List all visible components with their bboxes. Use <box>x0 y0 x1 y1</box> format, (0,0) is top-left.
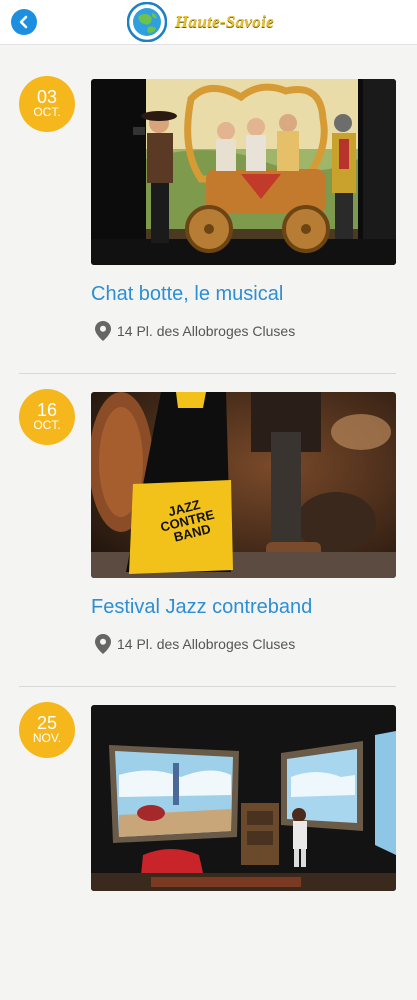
date-day: 03 <box>36 87 58 107</box>
date-badge: 16 OCT. <box>19 389 75 445</box>
event-list: 03 OCT. Chat botte, le musical 14 Pl. de… <box>0 61 417 1000</box>
event-image[interactable] <box>91 79 396 265</box>
location-pin-icon <box>95 634 111 654</box>
date-badge: 25 NOV. <box>19 702 75 758</box>
date-month: OCT. <box>33 418 61 432</box>
date-month: OCT. <box>33 105 61 119</box>
event-image[interactable] <box>91 705 396 891</box>
location-text: 14 Pl. des Allobroges Cluses <box>117 636 296 652</box>
app-logo: Haute-Savoie <box>127 1 274 43</box>
event-title[interactable]: Festival Jazz contreband <box>91 596 312 619</box>
location-pin-icon <box>95 321 111 341</box>
event-location: 14 Pl. des Allobroges Cluses <box>95 321 295 341</box>
date-month: NOV. <box>32 731 62 745</box>
date-badge: 03 OCT. <box>19 76 75 132</box>
event-item[interactable]: 16 OCT. JAZZ CONTRE BAND Festival Jazz c… <box>0 374 417 687</box>
date-day: 25 <box>36 713 58 733</box>
location-text: 14 Pl. des Allobroges Cluses <box>117 323 296 339</box>
event-item[interactable]: 25 NOV. <box>0 687 417 1000</box>
back-button[interactable] <box>11 9 37 35</box>
date-day: 16 <box>36 400 58 420</box>
event-location: 14 Pl. des Allobroges Cluses <box>95 634 295 654</box>
event-image[interactable]: JAZZ CONTRE BAND <box>91 392 396 578</box>
logo-text: Haute-Savoie <box>175 12 274 31</box>
app-header: Haute-Savoie <box>0 0 417 45</box>
event-item[interactable]: 03 OCT. Chat botte, le musical 14 Pl. de… <box>0 61 417 374</box>
back-arrow-icon <box>19 15 28 29</box>
event-title[interactable]: Chat botte, le musical <box>91 283 283 306</box>
globe-logo-icon <box>127 2 167 42</box>
